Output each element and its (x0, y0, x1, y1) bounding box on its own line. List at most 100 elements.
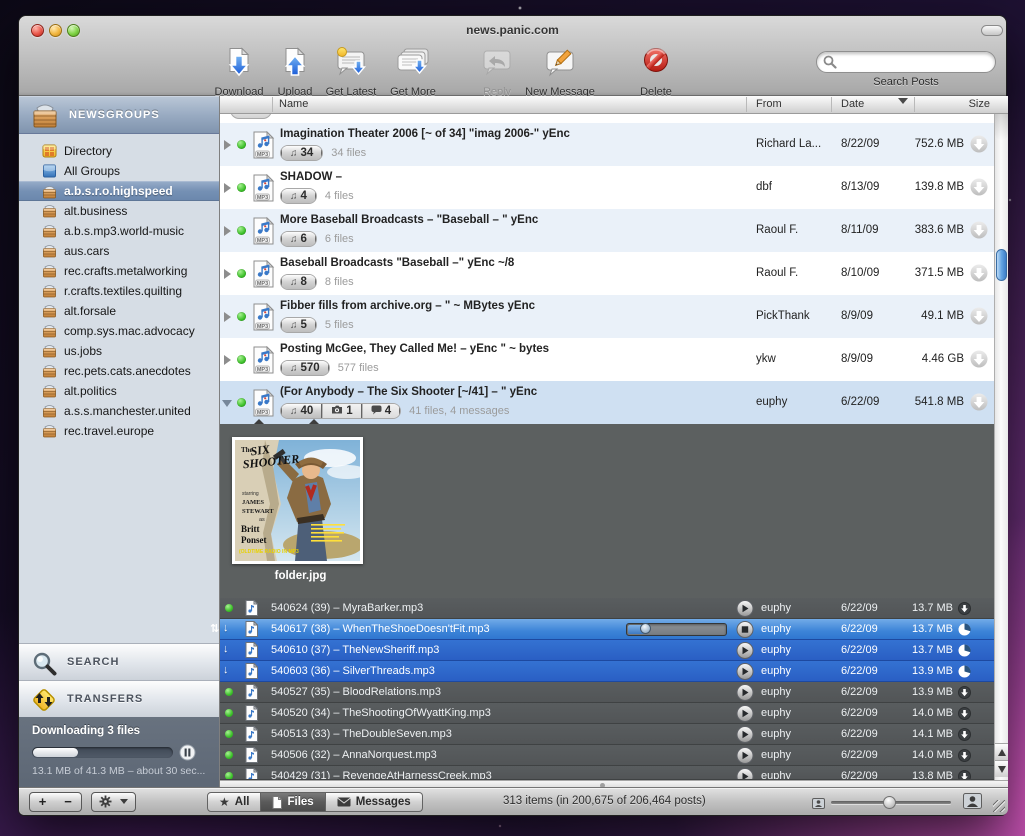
disclosure-closed-icon[interactable] (224, 312, 231, 322)
column-header-name[interactable]: Name (279, 98, 308, 110)
audio-count: 40 (301, 405, 314, 417)
play-button[interactable] (736, 726, 754, 746)
audio-file-icon (245, 600, 258, 619)
download-thread-button[interactable] (970, 135, 988, 156)
file-row[interactable]: 540506 (32) – AnnaNorquest.mp3euphy6/22/… (220, 745, 1008, 766)
sidebar-item-r-crafts-textiles-quilting[interactable]: r.crafts.textiles.quilting (19, 281, 219, 301)
play-button[interactable] (736, 768, 754, 780)
download-thread-button[interactable] (970, 350, 988, 371)
file-row[interactable]: ⇅↓540617 (38) – WhenTheShoeDoesn'tFit.mp… (220, 619, 1008, 640)
svg-text:MP3: MP3 (257, 152, 268, 158)
pause-transfers-button[interactable] (179, 744, 196, 766)
thread-row[interactable]: MP3Fibber fills from archive.org – " ~ M… (220, 295, 1008, 338)
play-button[interactable] (736, 705, 754, 725)
get-latest-icon (334, 47, 368, 80)
sidebar-item-a-s-s-manchester-united[interactable]: a.s.s.manchester.united (19, 401, 219, 421)
disclosure-closed-icon[interactable] (224, 226, 231, 236)
thread-row[interactable]: MP3Posting McGee, They Called Me! – yEnc… (220, 338, 1008, 381)
disclosure-closed-icon[interactable] (224, 355, 231, 365)
slider-thumb[interactable] (883, 796, 896, 809)
filter-all-button[interactable]: ★ All (207, 792, 261, 812)
sidebar-item-all-groups[interactable]: All Groups (19, 161, 219, 181)
file-row[interactable]: ↓540610 (37) – TheNewSheriff.mp3euphy6/2… (220, 640, 1008, 661)
transfers-section-header[interactable]: TRANSFERS (19, 680, 219, 718)
file-row[interactable]: 540527 (35) – BloodRelations.mp3euphy6/2… (220, 682, 1008, 703)
download-thread-button[interactable] (970, 178, 988, 199)
file-row[interactable]: 540513 (33) – TheDoubleSeven.mp3euphy6/2… (220, 724, 1008, 745)
scroll-up-button[interactable] (995, 743, 1008, 760)
playback-slider-thumb[interactable] (640, 623, 651, 634)
stop-button[interactable] (736, 621, 754, 641)
filter-files-button[interactable]: Files (261, 792, 325, 812)
download-thread-button[interactable] (970, 264, 988, 285)
add-button[interactable]: + (29, 792, 56, 812)
sidebar-item-aus-cars[interactable]: aus.cars (19, 241, 219, 261)
column-divider[interactable] (746, 97, 747, 112)
sidebar-item-rec-pets-cats-anecdotes[interactable]: rec.pets.cats.anecdotes (19, 361, 219, 381)
sidebar-item-alt-politics[interactable]: alt.politics (19, 381, 219, 401)
sidebar-item-a-b-s-r-o-highspeed[interactable]: a.b.s.r.o.highspeed (19, 181, 219, 201)
column-header-from[interactable]: From (756, 98, 782, 110)
sidebar-item-directory[interactable]: Directory (19, 141, 219, 161)
sidebar-item-rec-travel-europe[interactable]: rec.travel.europe (19, 421, 219, 441)
newsgroups-section-header[interactable]: NEWSGROUPS (19, 96, 219, 134)
sidebar-item-rec-crafts-metalworking[interactable]: rec.crafts.metalworking (19, 261, 219, 281)
play-button[interactable] (736, 600, 754, 620)
delete-icon (641, 47, 671, 80)
column-divider[interactable] (914, 97, 915, 112)
thread-row[interactable]: MP3More Baseball Broadcasts – "Baseball … (220, 209, 1008, 252)
column-divider[interactable] (272, 97, 273, 112)
scroll-down-button[interactable] (995, 760, 1008, 777)
file-row[interactable]: 540624 (39) – MyraBarker.mp3euphy6/22/09… (220, 598, 1008, 619)
thread-row[interactable]: MP3Imagination Theater 2006 [~ of 34] "i… (220, 123, 1008, 166)
sidebar-item-a-b-s-mp3-world-music[interactable]: a.b.s.mp3.world-music (19, 221, 219, 241)
disclosure-closed-icon[interactable] (224, 269, 231, 279)
filter-messages-button[interactable]: Messages (326, 792, 423, 812)
file-row[interactable]: ↓540603 (36) – SilverThreads.mp3euphy6/2… (220, 661, 1008, 682)
remove-button[interactable]: − (55, 792, 82, 812)
unread-indicator (225, 730, 233, 738)
action-menu-button[interactable] (91, 792, 136, 812)
playback-progress-slider[interactable] (626, 623, 727, 636)
attachment-thumbnail[interactable]: The SIX SHOOTER starring JAMES STEWART a… (232, 437, 363, 564)
thread-row[interactable]: MP3SHADOW –♫44 filesdbf8/13/09139.8 MB (220, 166, 1008, 209)
column-header-date[interactable]: Date (841, 98, 864, 110)
sidebar-item-alt-business[interactable]: alt.business (19, 201, 219, 221)
sidebar-item-comp-sys-mac-advocacy[interactable]: comp.sys.mac.advocacy (19, 321, 219, 341)
thumbnail-size-slider[interactable] (831, 801, 951, 804)
column-header-size[interactable]: Size (969, 98, 990, 110)
file-row[interactable]: 540429 (31) – RevengeAtHarnessCreek.mp3e… (220, 766, 1008, 780)
sidebar-item-us-jobs[interactable]: us.jobs (19, 341, 219, 361)
download-thread-button[interactable] (970, 221, 988, 242)
download-thread-button[interactable] (970, 307, 988, 328)
play-button[interactable] (736, 642, 754, 662)
disclosure-open-icon[interactable] (222, 400, 232, 407)
new-message-button[interactable]: New Message (517, 47, 603, 98)
sidebar-item-alt-forsale[interactable]: alt.forsale (19, 301, 219, 321)
play-button[interactable] (736, 747, 754, 767)
vertical-scroll-thumb[interactable] (996, 249, 1007, 281)
thread-date: 8/10/09 (841, 267, 879, 279)
file-name: 540617 (38) – WhenTheShoeDoesn'tFit.mp3 (271, 623, 490, 635)
status-bar: + − ★ All Files Messages 313 items (in 2… (19, 787, 1008, 815)
resize-grip[interactable] (993, 800, 1005, 812)
vertical-scrollbar[interactable] (994, 114, 1008, 780)
up-arrow-icon (998, 749, 1006, 756)
disclosure-closed-icon[interactable] (224, 183, 231, 193)
disclosure-closed-icon[interactable] (224, 140, 231, 150)
column-divider[interactable] (831, 97, 832, 112)
get-more-button[interactable]: Get More (370, 47, 456, 98)
thread-row[interactable]: MP3(For Anybody – The Six Shooter [~/41]… (220, 381, 1008, 424)
toolbar-toggle-button[interactable] (981, 25, 1003, 36)
play-button[interactable] (736, 663, 754, 683)
delete-button[interactable]: Delete (613, 47, 699, 98)
file-row[interactable]: 540520 (34) – TheShootingOfWyattKing.mp3… (220, 703, 1008, 724)
search-input[interactable] (816, 51, 996, 73)
new-message-icon (544, 47, 576, 80)
download-thread-button[interactable] (970, 393, 988, 414)
thread-row[interactable]: MP3Baseball Broadcasts "Baseball –" yEnc… (220, 252, 1008, 295)
play-button[interactable] (736, 684, 754, 704)
search-section-header[interactable]: SEARCH (19, 643, 219, 681)
audio-count-segment: ♫34 (281, 145, 322, 161)
audio-file-icon (245, 663, 258, 682)
